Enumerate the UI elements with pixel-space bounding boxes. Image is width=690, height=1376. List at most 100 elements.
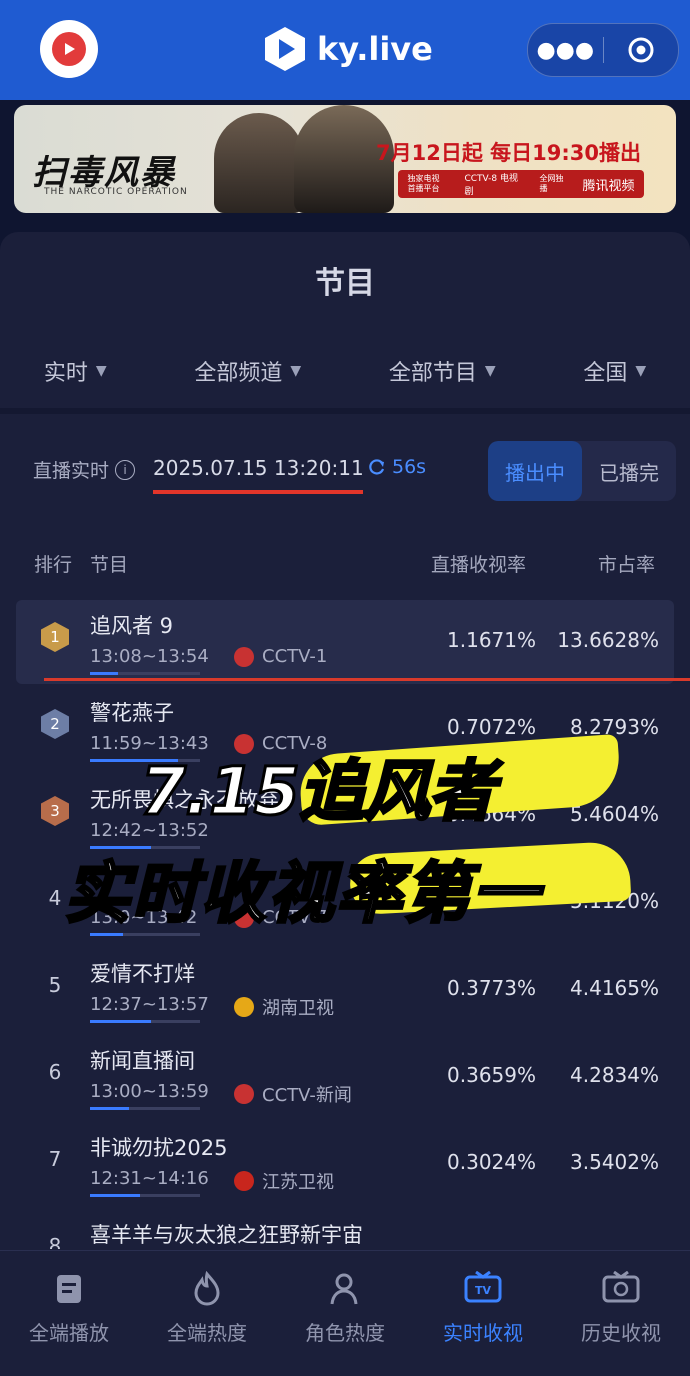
progress-bar-fill <box>90 1020 151 1023</box>
tv-icon: TV <box>463 1269 503 1309</box>
table-row[interactable]: 6 新闻直播间 13:00~13:59 CCTV-新闻 0.3659% 4.2834% <box>16 1035 674 1119</box>
channel-logo-icon <box>234 997 254 1017</box>
divider <box>0 408 690 414</box>
table-row[interactable]: 5 爱情不打烊 12:37~13:57 湖南卫视 0.3773% 4.4165% <box>16 948 674 1032</box>
caret-down-icon: ▼ <box>95 363 107 379</box>
brand-logo-icon <box>265 27 305 71</box>
history-tv-icon <box>601 1269 641 1309</box>
info-icon[interactable]: i <box>115 459 136 480</box>
tab-finished[interactable]: 已播完 <box>582 441 676 501</box>
fire-icon <box>187 1269 227 1309</box>
live-label: 直播实时 i <box>33 456 136 483</box>
channel-name: CCTV-新闻 <box>262 1085 352 1106</box>
rank-badge: 1 <box>40 622 70 652</box>
player-icon <box>49 1269 89 1309</box>
program-title: 警花燕子 <box>90 701 174 725</box>
refresh-icon <box>369 459 385 475</box>
caret-down-icon: ▼ <box>635 363 647 379</box>
brand: ky.live <box>265 24 433 74</box>
program-time: 12:31~14:16 <box>90 1168 209 1189</box>
program-title: 喜羊羊与灰太狼之狂野新宇宙 <box>90 1223 363 1247</box>
promo-banner[interactable]: 扫毒风暴 THE NARCOTIC OPERATION 7月12日起 每日19:… <box>14 105 676 213</box>
person-icon <box>325 1269 365 1309</box>
nav-role-heat[interactable]: 角色热度 <box>276 1251 414 1376</box>
bottom-nav: 全端播放 全端热度 角色热度 TV 实时收视 历史收视 <box>0 1250 690 1376</box>
rank-medal-icon: 1 <box>41 622 69 652</box>
annotation-underline <box>153 490 363 494</box>
channel-name: 江苏卫视 <box>262 1172 334 1193</box>
panel-title: 节目 <box>315 266 375 301</box>
channel-name: 湖南卫视 <box>262 998 334 1019</box>
annotation-underline <box>44 678 690 681</box>
channel: CCTV-1 <box>234 646 327 667</box>
live-timestamp: 2025.07.15 13:20:11 <box>153 456 364 480</box>
table-row[interactable]: 8 喜羊羊与灰太狼之狂野新宇宙 <box>16 1209 674 1249</box>
channel-name: CCTV-1 <box>262 646 328 667</box>
rating-value: 0.3659% <box>447 1063 536 1087</box>
banner-subtitle: THE NARCOTIC OPERATION <box>44 187 188 197</box>
nav-realtime-ratings[interactable]: TV 实时收视 <box>414 1251 552 1376</box>
channel-logo-icon <box>234 1084 254 1104</box>
share-value: 4.2834% <box>570 1063 659 1087</box>
program-time: 13:00~13:59 <box>90 1081 209 1102</box>
filter-region[interactable]: 全国 ▼ <box>583 355 646 387</box>
share-value: 4.4165% <box>570 976 659 1000</box>
nav-all-play[interactable]: 全端播放 <box>0 1251 138 1376</box>
banner-strip-item: 腾讯视频 <box>582 178 635 194</box>
caret-down-icon: ▼ <box>484 363 496 379</box>
rank-badge: 6 <box>48 1060 62 1084</box>
channel: CCTV-新闻 <box>234 1081 352 1107</box>
channel: 江苏卫视 <box>234 1168 334 1194</box>
progress-bar <box>90 1194 200 1197</box>
tab-on-air[interactable]: 播出中 <box>488 441 582 501</box>
caption-line-1: 7.15追风者 <box>139 752 497 832</box>
caret-down-icon: ▼ <box>290 363 302 379</box>
channel-logo-icon <box>234 1171 254 1191</box>
caption-line-2: 实时收视率第一 <box>63 854 540 934</box>
broadcast-status-toggle: 播出中 已播完 <box>488 441 676 501</box>
filter-program[interactable]: 全部节目 ▼ <box>389 355 496 387</box>
nav-history-ratings[interactable]: 历史收视 <box>552 1251 690 1376</box>
header-share: 市占率 <box>598 554 656 576</box>
progress-bar-fill <box>90 1107 129 1110</box>
banner-actor-image <box>214 113 304 213</box>
caption-overlay: 7.15追风者 实时收视率第一 <box>0 730 690 934</box>
app-logo-icon[interactable] <box>40 20 98 78</box>
refresh-countdown[interactable]: 56s <box>368 456 426 478</box>
header-program: 节目 <box>90 554 129 576</box>
rating-value: 1.1671% <box>447 628 536 652</box>
rank-badge: 7 <box>48 1147 62 1171</box>
rank-badge: 8 <box>48 1234 62 1249</box>
target-icon[interactable] <box>604 36 679 64</box>
table-row[interactable]: 1 追风者 9 13:08~13:54 CCTV-1 1.1671% 13.6628% <box>16 600 674 684</box>
program-title: 追风者 9 <box>90 614 174 638</box>
rating-value: 0.3773% <box>447 976 536 1000</box>
progress-bar-fill <box>90 1194 140 1197</box>
progress-bar <box>90 672 200 675</box>
program-title: 爱情不打烊 <box>90 962 195 986</box>
header-rank: 排行 <box>34 554 73 576</box>
filter-channel[interactable]: 全部频道 ▼ <box>194 355 301 387</box>
share-value: 3.5402% <box>570 1150 659 1174</box>
channel-logo-icon <box>234 646 254 667</box>
progress-bar-fill <box>90 672 118 675</box>
banner-strip-item: 全网独播 <box>539 174 564 193</box>
program-time: 12:37~13:57 <box>90 994 209 1015</box>
program-title: 新闻直播间 <box>90 1049 195 1073</box>
brand-name: ky.live <box>317 30 433 68</box>
banner-strip-item: 独家电视首播平台 <box>407 174 440 193</box>
banner-strip-item: CCTV-8 电视剧 <box>464 174 518 197</box>
more-icon[interactable]: ●●● <box>528 38 603 63</box>
table-row[interactable]: 7 非诚勿扰2025 12:31~14:16 江苏卫视 0.3024% 3.5402% <box>16 1122 674 1206</box>
top-bar: ky.live ●●● <box>0 0 690 100</box>
progress-bar <box>90 1107 200 1110</box>
program-title: 非诚勿扰2025 <box>90 1136 228 1160</box>
banner-date: 7月12日起 每日19:30播出 <box>376 141 641 165</box>
nav-all-heat[interactable]: 全端热度 <box>138 1251 276 1376</box>
header-rating: 直播收视率 <box>431 554 527 576</box>
filter-realtime[interactable]: 实时 ▼ <box>44 355 107 387</box>
svg-text:TV: TV <box>475 1284 492 1297</box>
share-value: 13.6628% <box>557 628 659 652</box>
progress-bar <box>90 1020 200 1023</box>
filter-bar: 实时 ▼ 全部频道 ▼ 全部节目 ▼ 全国 ▼ <box>0 345 690 397</box>
